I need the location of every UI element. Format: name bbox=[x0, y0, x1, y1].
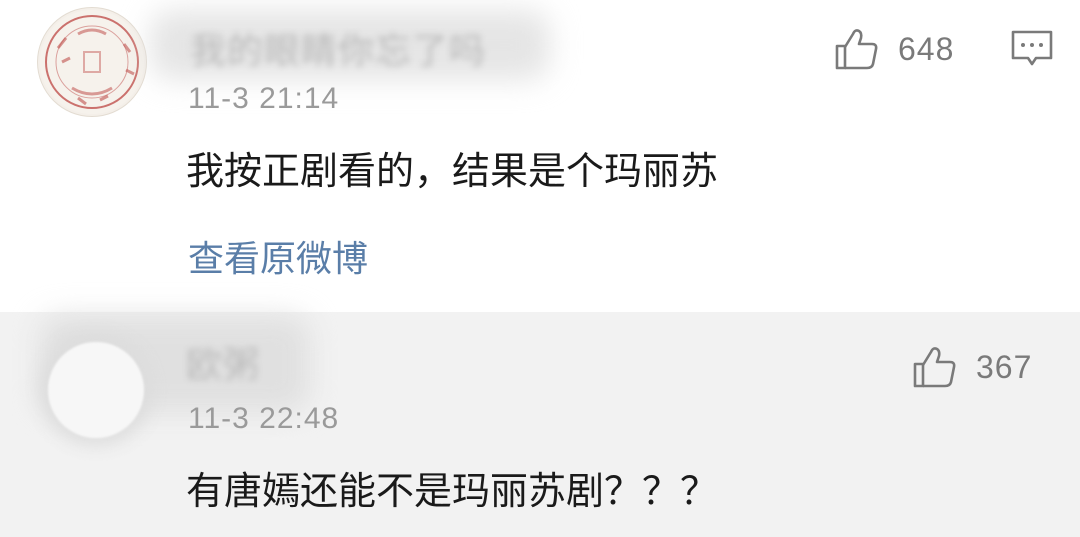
like-button[interactable]: 367 bbox=[912, 344, 1032, 390]
comment-item: 我的眼睛你忘了吗 11-3 21:14 我按正剧看的，结果是个玛丽苏 查看原微博… bbox=[0, 0, 1080, 312]
comment-text: 有唐嫣还能不是玛丽苏剧？？？ bbox=[186, 469, 719, 513]
like-button[interactable]: 648 bbox=[834, 26, 954, 72]
comment-timestamp: 11-3 22:48 bbox=[188, 402, 340, 435]
blurred-avatar[interactable] bbox=[48, 342, 144, 438]
like-count: 648 bbox=[898, 30, 955, 67]
comment-text: 我按正剧看的，结果是个玛丽苏 bbox=[186, 149, 719, 193]
username[interactable]: 我的眼睛你忘了吗 bbox=[190, 22, 486, 74]
comment-bubble-icon[interactable] bbox=[1010, 28, 1054, 70]
comment-item: 欧粥 11-3 22:48 有唐嫣还能不是玛丽苏剧？？？ 367 bbox=[0, 312, 1080, 537]
like-count: 367 bbox=[976, 348, 1033, 385]
username[interactable]: 欧粥 bbox=[186, 336, 260, 388]
seal-stamp-avatar-icon bbox=[40, 10, 144, 114]
comment-list: 我的眼睛你忘了吗 11-3 21:14 我按正剧看的，结果是个玛丽苏 查看原微博… bbox=[0, 0, 1080, 537]
comment-timestamp: 11-3 21:14 bbox=[188, 82, 340, 115]
user-avatar[interactable] bbox=[38, 8, 146, 116]
thumbs-up-icon bbox=[835, 29, 878, 70]
view-original-weibo-link[interactable]: 查看原微博 bbox=[188, 230, 368, 282]
thumbs-up-icon bbox=[913, 347, 956, 388]
